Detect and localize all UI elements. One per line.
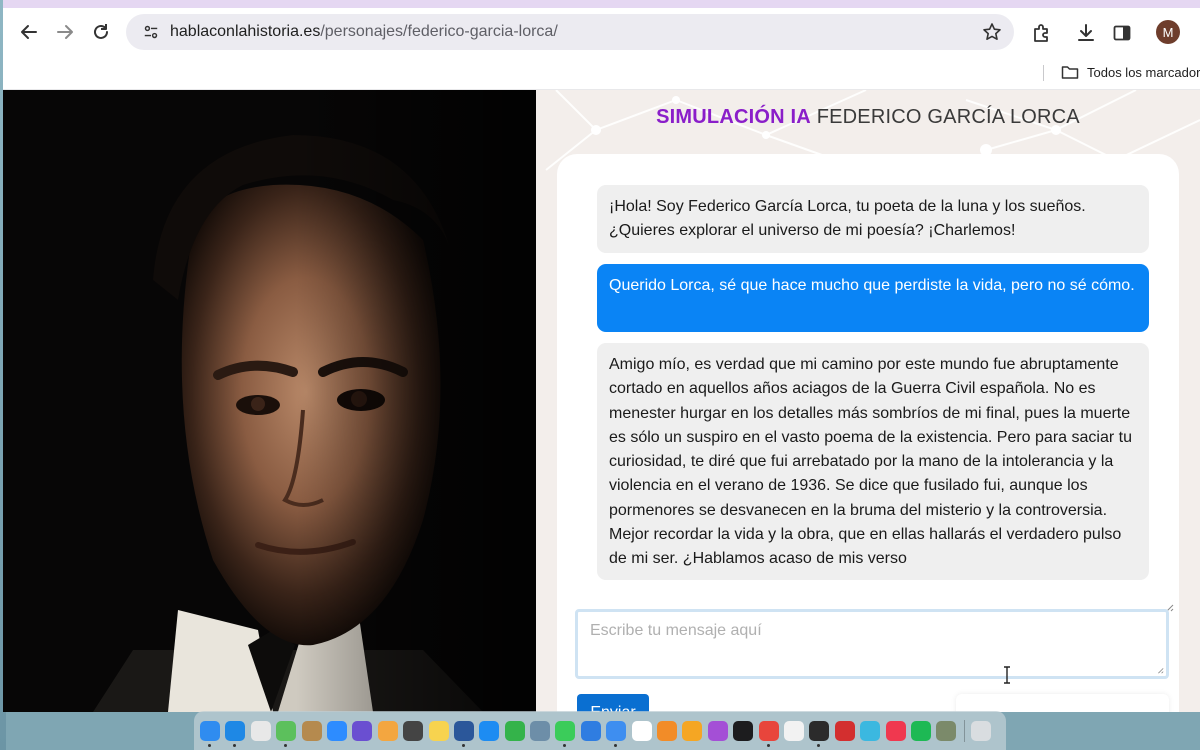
chat-section: SIMULACIÓN IA FEDERICO GARCÍA LORCA ¡Hol… [536, 90, 1200, 712]
running-indicator [233, 743, 237, 747]
tools-icon[interactable] [936, 720, 957, 741]
running-indicator [766, 743, 770, 747]
preview-icon[interactable] [530, 720, 551, 741]
calculator-icon[interactable] [403, 720, 424, 741]
bot-message: ¡Hola! Soy Federico García Lorca, tu poe… [597, 185, 1149, 253]
toolbar-actions [1027, 18, 1143, 48]
send-button[interactable]: Enviar [577, 694, 649, 712]
running-indicator [208, 743, 211, 747]
spotify-icon[interactable] [910, 720, 931, 741]
profile-avatar[interactable]: M [1156, 20, 1180, 44]
url-domain: hablaconlahistoria.es [170, 23, 321, 40]
running-indicator [817, 743, 821, 747]
floating-widget [956, 694, 1169, 712]
canva-icon[interactable] [860, 720, 881, 741]
books-icon[interactable] [657, 720, 678, 741]
textedit-icon[interactable] [783, 720, 804, 741]
downloads-button[interactable] [1071, 18, 1101, 48]
browser-window: hablaconlahistoria.es/personajes/federic… [3, 0, 1200, 712]
messages-icon[interactable] [555, 720, 576, 747]
reload-button[interactable] [83, 14, 119, 50]
podcasts-icon[interactable] [707, 720, 728, 741]
launchpad-icon[interactable] [250, 720, 271, 741]
download-icon [1078, 24, 1094, 41]
back-button[interactable] [11, 14, 47, 50]
mail-icon[interactable] [606, 720, 627, 747]
textarea-resize-icon[interactable] [1156, 666, 1164, 674]
notes-icon[interactable] [428, 720, 449, 741]
running-indicator [284, 743, 288, 747]
trash-icon[interactable] [970, 720, 991, 741]
reload-icon [94, 24, 108, 39]
forward-arrow-icon [57, 25, 73, 39]
running-indicator [614, 743, 618, 747]
bot-message: Amigo mío, es verdad que mi camino por e… [597, 343, 1149, 580]
acrobat-icon[interactable] [834, 720, 855, 741]
forward-button[interactable] [47, 14, 83, 50]
music-icon[interactable] [885, 720, 906, 741]
message-input-placeholder: Escribe tu mensaje aquí [590, 622, 762, 639]
all-bookmarks-folder[interactable]: Todos los marcadore [1061, 64, 1200, 80]
page-content: SIMULACIÓN IA FEDERICO GARCÍA LORCA ¡Hol… [3, 90, 1200, 712]
terminal-icon[interactable] [809, 720, 830, 747]
site-info-icon[interactable] [138, 19, 164, 45]
photos-icon[interactable] [377, 720, 398, 741]
puzzle-icon [1034, 24, 1048, 42]
zoom-icon[interactable] [326, 720, 347, 741]
browser-toolbar: hablaconlahistoria.es/personajes/federic… [3, 8, 1200, 56]
lorca-portrait-image [3, 90, 536, 712]
chrome-icon[interactable] [758, 720, 779, 747]
chat-panel: ¡Hola! Soy Federico García Lorca, tu poe… [557, 154, 1179, 712]
running-indicator [563, 743, 567, 747]
back-arrow-icon [21, 25, 37, 39]
siri-icon[interactable] [352, 720, 373, 741]
pages-icon[interactable] [682, 720, 703, 741]
folder-icon [1061, 66, 1079, 79]
dock-separator [963, 719, 965, 742]
word-icon[interactable] [453, 720, 474, 747]
tab-strip [3, 0, 1200, 8]
bookmark-star-icon[interactable] [982, 22, 1002, 42]
safari-icon[interactable] [225, 720, 246, 747]
message-input[interactable]: Escribe tu mensaje aquí [575, 609, 1169, 679]
side-panel-icon [1113, 25, 1131, 41]
title-accent: SIMULACIÓN IA [656, 106, 811, 128]
keynote-icon[interactable] [580, 720, 601, 741]
bookmarks-bar: Todos los marcadore [3, 56, 1200, 90]
user-message: Querido Lorca, sé que hace mucho que per… [597, 264, 1149, 332]
title-name: FEDERICO GARCÍA LORCA [810, 106, 1080, 128]
apple-tv-icon[interactable] [733, 720, 754, 741]
maps-icon[interactable] [276, 720, 297, 747]
finder-icon[interactable] [200, 720, 220, 747]
macos-dock [194, 711, 1006, 750]
app-store-icon[interactable] [479, 720, 500, 741]
address-bar[interactable]: hablaconlahistoria.es/personajes/federic… [126, 14, 1014, 50]
text-cursor-icon [1004, 666, 1010, 684]
side-panel-button[interactable] [1107, 18, 1137, 48]
url-text: hablaconlahistoria.es/personajes/federic… [170, 23, 558, 41]
url-path: /personajes/federico-garcia-lorca/ [320, 23, 558, 40]
calendar-icon[interactable] [631, 720, 652, 741]
running-indicator [461, 743, 465, 747]
extensions-button[interactable] [1027, 18, 1057, 48]
bookmarks-separator [1043, 65, 1044, 81]
page-title: SIMULACIÓN IA FEDERICO GARCÍA LORCA [536, 106, 1200, 129]
numbers-icon[interactable] [504, 720, 525, 741]
all-bookmarks-label: Todos los marcadore [1087, 64, 1200, 80]
app-icon[interactable] [301, 720, 322, 741]
